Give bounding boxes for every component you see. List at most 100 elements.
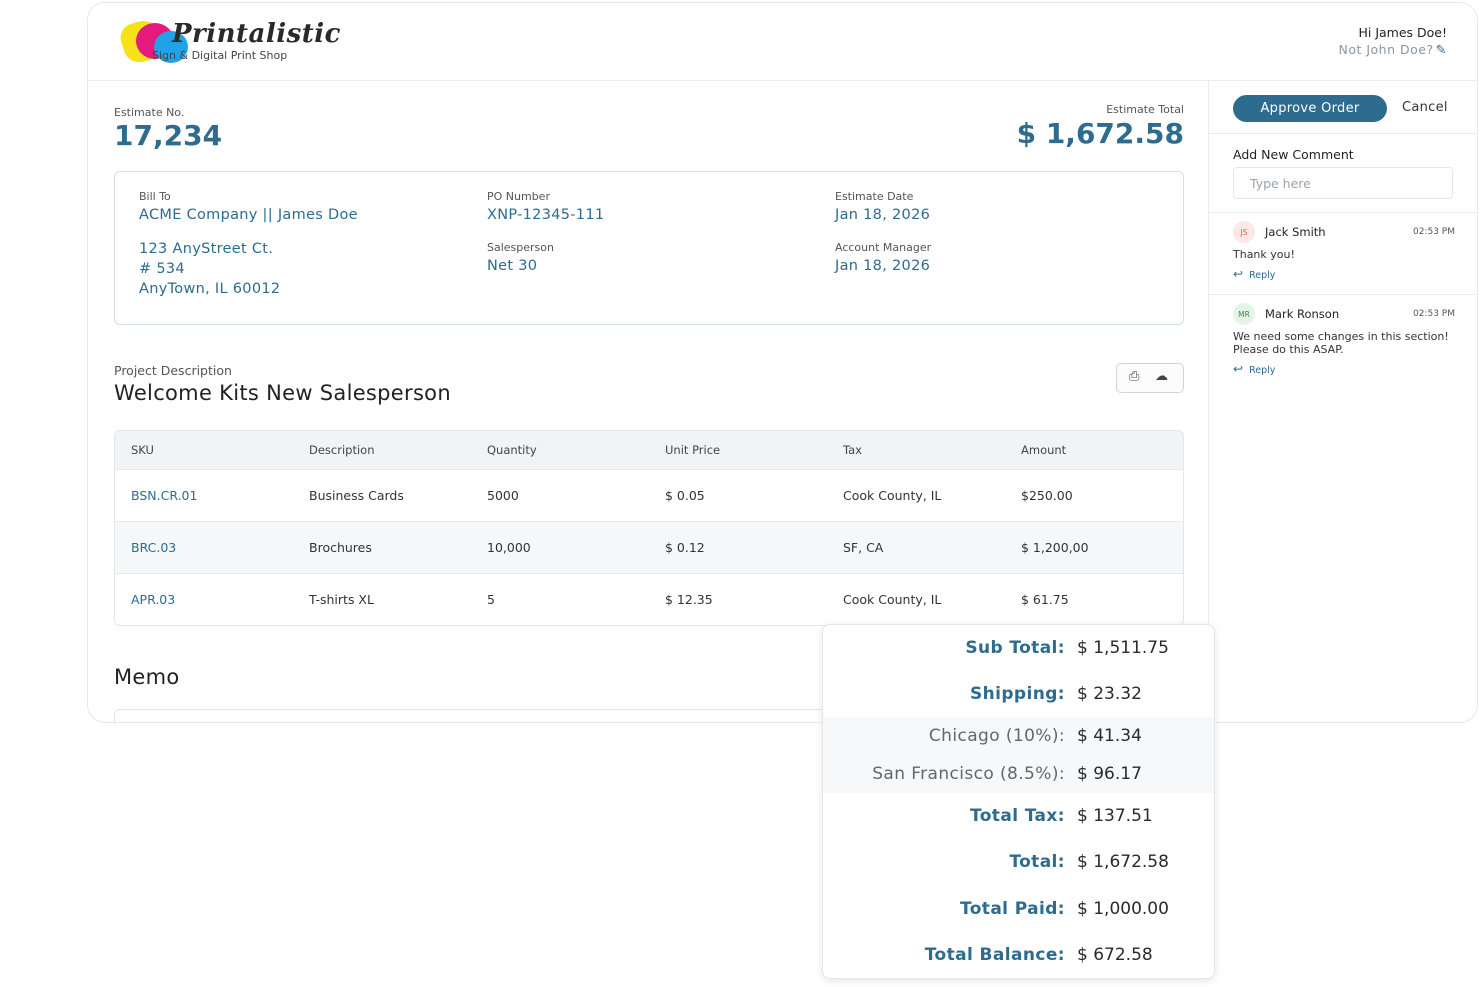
table-row[interactable]: BRC.03 Brochures 10,000 $ 0.12 SF, CA $ …	[115, 521, 1183, 573]
unit-price-cell: $ 0.12	[665, 540, 705, 555]
estimate-date-value: Jan 18, 2026	[835, 207, 931, 223]
brand-logo[interactable]: Printalistic Sign & Digital Print Shop	[116, 15, 341, 67]
brand-name: Printalistic	[172, 19, 341, 49]
brand-tagline: Sign & Digital Print Shop	[152, 49, 288, 62]
add-comment-label: Add New Comment	[1233, 147, 1354, 162]
comment-time: 02:53 PM	[1413, 309, 1455, 319]
divider	[1209, 294, 1477, 295]
address-line-1: 123 AnyStreet Ct.	[139, 241, 274, 257]
tax-chicago-value: $ 41.34	[1077, 726, 1142, 746]
total-line: Total: $ 1,672.58	[823, 843, 1214, 881]
po-column: PO Number XNP-12345-111 Salesperson Net …	[487, 190, 604, 274]
estimate-date-label: Estimate Date	[835, 190, 914, 203]
greeting-text: Hi James Doe!	[1358, 25, 1447, 40]
salesperson-value: Net 30	[487, 258, 538, 274]
comment-time: 02:53 PM	[1413, 227, 1455, 237]
unit-price-cell: $ 12.35	[665, 592, 713, 607]
subtotal-line: Sub Total: $ 1,511.75	[823, 629, 1214, 667]
comment-header: JS Jack Smith 02:53 PM	[1233, 221, 1455, 243]
project-description-label: Project Description	[114, 363, 232, 378]
comment-author: Mark Ronson	[1265, 307, 1340, 321]
tax-cell: Cook County, IL	[843, 488, 942, 503]
account-manager-value: Jan 18, 2026	[835, 258, 931, 274]
cloud-download-icon[interactable]: ☁	[1155, 369, 1168, 384]
reply-button[interactable]: ↩ Reply	[1233, 267, 1455, 281]
app-window: Printalistic Sign & Digital Print Shop H…	[87, 2, 1478, 723]
user-greeting: Hi James Doe! Not John Doe? ✎	[1338, 25, 1447, 58]
shipping-line: Shipping: $ 23.32	[823, 675, 1214, 713]
reply-label: Reply	[1249, 270, 1276, 281]
column-header-quantity[interactable]: Quantity	[471, 443, 649, 457]
description-cell: T-shirts XL	[309, 592, 374, 607]
tax-chicago-label: Chicago (10%):	[928, 726, 1065, 746]
table-header: SKU Description Quantity Unit Price Tax …	[115, 431, 1183, 469]
shipping-label: Shipping:	[969, 684, 1065, 704]
comment-item: JS Jack Smith 02:53 PM Thank you! ↩ Reply	[1233, 221, 1455, 281]
reply-arrow-icon: ↩	[1233, 267, 1244, 281]
comment-item: MR Mark Ronson 02:53 PM We need some cha…	[1233, 303, 1455, 376]
tax-line-chicago: Chicago (10%): $ 41.34	[823, 717, 1214, 755]
tax-cell: SF, CA	[843, 540, 884, 555]
reply-label: Reply	[1249, 365, 1276, 376]
approve-order-button[interactable]: Approve Order	[1233, 95, 1387, 122]
account-manager-label: Account Manager	[835, 241, 932, 254]
tax-line-san-francisco: San Francisco (8.5%): $ 96.17	[823, 755, 1214, 793]
total-value: $ 1,672.58	[1077, 852, 1169, 872]
quantity-cell: 5	[487, 592, 495, 607]
billing-details: Bill To ACME Company || James Doe 123 An…	[114, 171, 1184, 325]
column-header-unit-price[interactable]: Unit Price	[649, 443, 827, 457]
line-items-table: SKU Description Quantity Unit Price Tax …	[114, 430, 1184, 626]
quantity-cell: 10,000	[487, 540, 531, 555]
table-row[interactable]: BSN.CR.01 Business Cards 5000 $ 0.05 Coo…	[115, 469, 1183, 521]
total-balance-value: $ 672.58	[1077, 945, 1153, 965]
project-title: Welcome Kits New Salesperson	[114, 381, 451, 405]
total-tax-line: Total Tax: $ 137.51	[823, 797, 1214, 835]
bill-to-column: Bill To ACME Company || James Doe 123 An…	[139, 190, 358, 299]
column-header-sku[interactable]: SKU	[115, 443, 293, 457]
comments-sidebar: Approve Order Cancel Add New Comment JS …	[1208, 81, 1477, 722]
description-cell: Brochures	[309, 540, 372, 555]
column-header-tax[interactable]: Tax	[827, 443, 1005, 457]
reply-arrow-icon: ↩	[1233, 362, 1244, 376]
address-line-3: AnyTown, IL 60012	[139, 281, 281, 297]
column-header-description[interactable]: Description	[293, 443, 471, 457]
amount-cell: $ 61.75	[1021, 592, 1069, 607]
total-label: Total:	[1009, 852, 1065, 872]
not-you-text: Not John Doe?	[1338, 42, 1434, 57]
sku-cell[interactable]: BRC.03	[115, 540, 293, 555]
subtotal-value: $ 1,511.75	[1077, 638, 1169, 658]
print-icon[interactable]: ⎙	[1129, 369, 1139, 384]
comment-input[interactable]	[1233, 167, 1453, 199]
reply-button[interactable]: ↩ Reply	[1233, 362, 1455, 376]
comment-header: MR Mark Ronson 02:53 PM	[1233, 303, 1455, 325]
divider	[1209, 212, 1477, 213]
avatar: MR	[1233, 303, 1255, 325]
sku-cell[interactable]: APR.03	[115, 592, 293, 607]
date-column: Estimate Date Jan 18, 2026 Account Manag…	[835, 190, 931, 274]
shipping-value: $ 23.32	[1077, 684, 1142, 704]
tax-sf-value: $ 96.17	[1077, 764, 1142, 784]
divider	[1209, 133, 1477, 134]
totals-summary-card: Sub Total: $ 1,511.75 Shipping: $ 23.32 …	[822, 624, 1215, 979]
tax-sf-label: San Francisco (8.5%):	[872, 764, 1065, 784]
estimate-number-label: Estimate No.	[114, 106, 185, 119]
table-row[interactable]: APR.03 T-shirts XL 5 $ 12.35 Cook County…	[115, 573, 1183, 625]
column-header-amount[interactable]: Amount	[1005, 443, 1183, 457]
unit-price-cell: $ 0.05	[665, 488, 705, 503]
comment-text: We need some changes in this section! Pl…	[1233, 330, 1449, 356]
total-balance-label: Total Balance:	[924, 945, 1065, 965]
switch-user-link[interactable]: Not John Doe? ✎	[1338, 42, 1447, 58]
amount-cell: $250.00	[1021, 488, 1073, 503]
salesperson-label: Salesperson	[487, 241, 554, 254]
cancel-button[interactable]: Cancel	[1402, 100, 1448, 115]
memo-title: Memo	[114, 665, 180, 689]
comment-author: Jack Smith	[1265, 225, 1326, 239]
avatar: JS	[1233, 221, 1255, 243]
bill-to-value: ACME Company || James Doe	[139, 207, 358, 223]
total-paid-line: Total Paid: $ 1,000.00	[823, 890, 1214, 928]
estimate-number: 17,234	[114, 119, 223, 152]
export-toolbar: ⎙ ☁	[1116, 363, 1184, 393]
quantity-cell: 5000	[487, 488, 519, 503]
sku-cell[interactable]: BSN.CR.01	[115, 488, 293, 503]
po-number-value: XNP-12345-111	[487, 207, 605, 223]
